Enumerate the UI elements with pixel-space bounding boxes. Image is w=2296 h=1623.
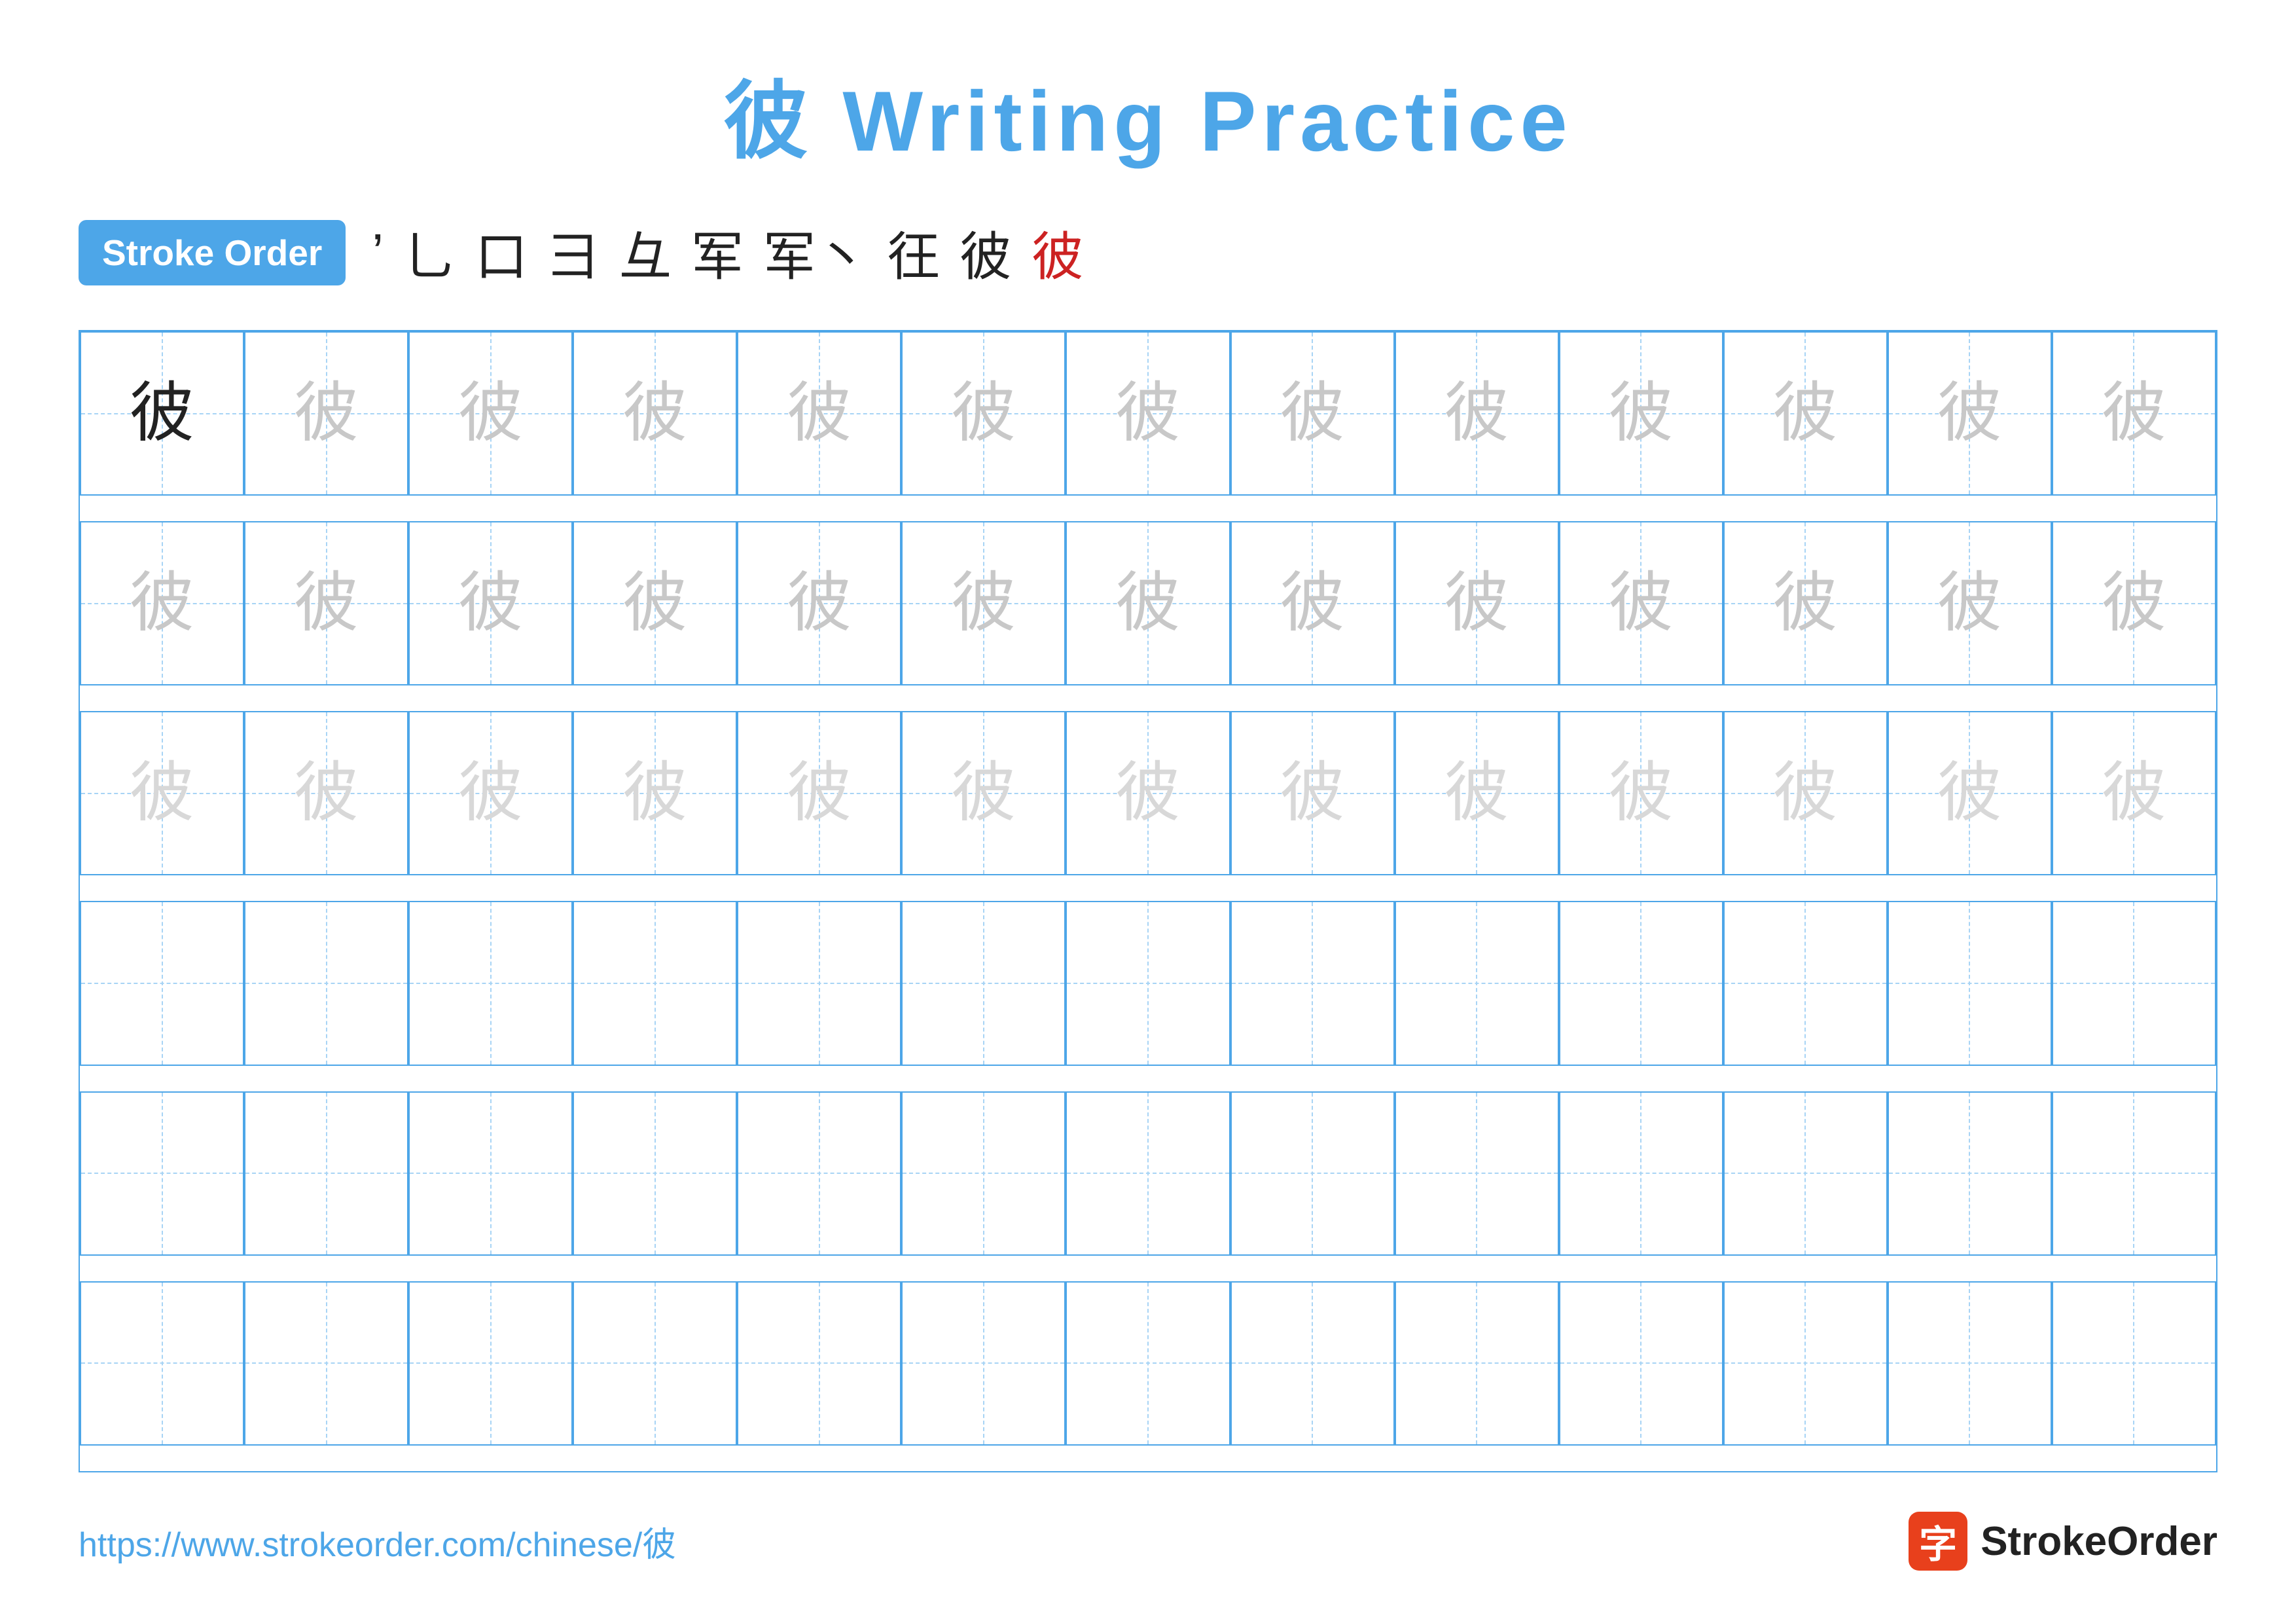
grid-cell: 彼 bbox=[573, 521, 737, 685]
grid-cell: 彼 bbox=[408, 331, 573, 496]
grid-cell: 彼 bbox=[573, 711, 737, 875]
grid-cell: 彼 bbox=[80, 711, 244, 875]
grid-cell: 彼 bbox=[901, 331, 1066, 496]
grid-cell: 彼 bbox=[408, 901, 573, 1065]
grid-cell: 彼 bbox=[244, 331, 408, 496]
stroke-1: ’ bbox=[372, 223, 384, 283]
grid-cell: 彼 bbox=[2052, 711, 2216, 875]
grid-cell: 彼 bbox=[1066, 331, 1230, 496]
grid-cell: 彼 bbox=[80, 521, 244, 685]
grid-cell: 彼 bbox=[901, 521, 1066, 685]
grid-cell: 彼 bbox=[573, 331, 737, 496]
grid-cell: 彼 bbox=[1723, 521, 1888, 685]
grid-cell: 彼 bbox=[1888, 1281, 2052, 1446]
grid-cell: 彼 bbox=[1723, 1281, 1888, 1446]
grid-cell: 彼 bbox=[1559, 711, 1723, 875]
stroke-sequence: ’ ⺃ 口 彐 彑 军 军丶 彺 彼 彼 bbox=[372, 215, 1084, 291]
grid-cell: 彼 bbox=[408, 1281, 573, 1446]
grid-cell: 彼 bbox=[80, 901, 244, 1065]
grid-cell: 彼 bbox=[737, 1091, 901, 1256]
grid-cell: 彼 bbox=[2052, 331, 2216, 496]
grid-cell: 彼 bbox=[1066, 1281, 1230, 1446]
footer: https://www.strokeorder.com/chinese/彼 字 … bbox=[79, 1512, 2217, 1571]
grid-cell: 彼 bbox=[80, 1281, 244, 1446]
grid-cell: 彼 bbox=[1559, 521, 1723, 685]
grid-cell: 彼 bbox=[1888, 331, 2052, 496]
stroke-10: 彼 bbox=[1031, 215, 1084, 291]
grid-cell: 彼 bbox=[1723, 901, 1888, 1065]
grid-cell: 彼 bbox=[901, 1281, 1066, 1446]
grid-cell: 彼 bbox=[1230, 521, 1395, 685]
grid-cell: 彼 bbox=[573, 901, 737, 1065]
grid-cell: 彼 bbox=[244, 901, 408, 1065]
grid-cell: 彼 bbox=[80, 331, 244, 496]
footer-logo-text: StrokeOrder bbox=[1981, 1518, 2217, 1565]
grid-cell: 彼 bbox=[1066, 521, 1230, 685]
grid-cell: 彼 bbox=[1395, 331, 1559, 496]
grid-cell: 彼 bbox=[1230, 1091, 1395, 1256]
grid-cell: 彼 bbox=[408, 711, 573, 875]
stroke-5: 彑 bbox=[619, 215, 672, 291]
grid-cell: 彼 bbox=[1888, 521, 2052, 685]
grid-cell: 彼 bbox=[737, 521, 901, 685]
grid-cell: 彼 bbox=[80, 1091, 244, 1256]
grid-cell: 彼 bbox=[1888, 1091, 2052, 1256]
grid-cell: 彼 bbox=[244, 521, 408, 685]
grid-cell: 彼 bbox=[1066, 901, 1230, 1065]
stroke-6: 军 bbox=[691, 215, 744, 291]
grid-cell: 彼 bbox=[573, 1091, 737, 1256]
grid-cell: 彼 bbox=[1395, 901, 1559, 1065]
grid-cell: 彼 bbox=[737, 901, 901, 1065]
grid-cell: 彼 bbox=[1559, 1281, 1723, 1446]
grid-cell: 彼 bbox=[1559, 901, 1723, 1065]
grid-cell: 彼 bbox=[408, 521, 573, 685]
grid-cell: 彼 bbox=[737, 711, 901, 875]
practice-grid: 彼彼彼彼彼彼彼彼彼彼彼彼彼彼彼彼彼彼彼彼彼彼彼彼彼彼彼彼彼彼彼彼彼彼彼彼彼彼彼彼… bbox=[79, 330, 2217, 1472]
footer-logo: 字 StrokeOrder bbox=[1909, 1512, 2217, 1571]
stroke-4: 彐 bbox=[547, 215, 600, 291]
grid-cell: 彼 bbox=[1723, 331, 1888, 496]
stroke-9: 彼 bbox=[960, 215, 1012, 291]
grid-cell: 彼 bbox=[1559, 331, 1723, 496]
grid-cell: 彼 bbox=[901, 1091, 1066, 1256]
grid-cell: 彼 bbox=[2052, 521, 2216, 685]
grid-cell: 彼 bbox=[1395, 711, 1559, 875]
grid-cell: 彼 bbox=[1723, 1091, 1888, 1256]
grid-cell: 彼 bbox=[737, 331, 901, 496]
grid-cell: 彼 bbox=[901, 711, 1066, 875]
stroke-3: 口 bbox=[475, 215, 528, 291]
grid-cell: 彼 bbox=[1888, 711, 2052, 875]
grid-cell: 彼 bbox=[1395, 1281, 1559, 1446]
page: 彼 Writing Practice Stroke Order ’ ⺃ 口 彐 … bbox=[0, 0, 2296, 1623]
stroke-2: ⺃ bbox=[403, 215, 456, 291]
grid-cell: 彼 bbox=[737, 1281, 901, 1446]
grid-cell: 彼 bbox=[1066, 711, 1230, 875]
grid-cell: 彼 bbox=[244, 711, 408, 875]
page-title: 彼 Writing Practice bbox=[723, 52, 1572, 175]
footer-logo-icon: 字 bbox=[1909, 1512, 1967, 1571]
grid-cell: 彼 bbox=[244, 1091, 408, 1256]
grid-cell: 彼 bbox=[1559, 1091, 1723, 1256]
stroke-8: 彺 bbox=[888, 215, 940, 291]
grid-cell: 彼 bbox=[2052, 1091, 2216, 1256]
grid-cell: 彼 bbox=[2052, 1281, 2216, 1446]
grid-cell: 彼 bbox=[1888, 901, 2052, 1065]
grid-cell: 彼 bbox=[1230, 1281, 1395, 1446]
grid-cell: 彼 bbox=[1395, 521, 1559, 685]
grid-cell: 彼 bbox=[2052, 901, 2216, 1065]
grid-cell: 彼 bbox=[244, 1281, 408, 1446]
stroke-7: 军丶 bbox=[763, 215, 868, 291]
grid-cell: 彼 bbox=[901, 901, 1066, 1065]
grid-cell: 彼 bbox=[1066, 1091, 1230, 1256]
stroke-order-badge: Stroke Order bbox=[79, 220, 346, 285]
grid-cell: 彼 bbox=[1395, 1091, 1559, 1256]
grid-cell: 彼 bbox=[1723, 711, 1888, 875]
grid-cell: 彼 bbox=[1230, 711, 1395, 875]
stroke-order-row: Stroke Order ’ ⺃ 口 彐 彑 军 军丶 彺 彼 彼 bbox=[79, 215, 2217, 291]
footer-url: https://www.strokeorder.com/chinese/彼 bbox=[79, 1517, 676, 1566]
grid-cell: 彼 bbox=[573, 1281, 737, 1446]
grid-cell: 彼 bbox=[408, 1091, 573, 1256]
grid-cell: 彼 bbox=[1230, 901, 1395, 1065]
grid-cell: 彼 bbox=[1230, 331, 1395, 496]
